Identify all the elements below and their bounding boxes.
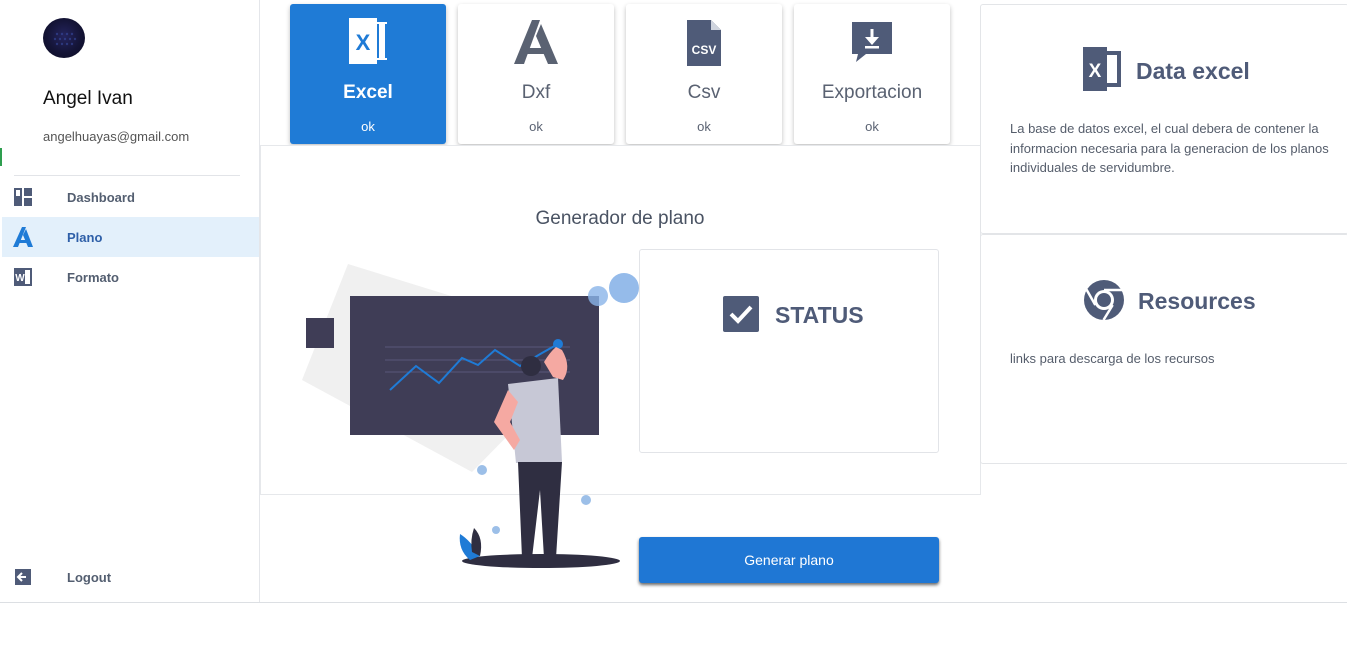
- sidebar-item-label: Dashboard: [67, 189, 135, 205]
- sidebar-item-formato[interactable]: W Formato: [2, 257, 259, 297]
- svg-text:CSV: CSV: [692, 43, 717, 57]
- status-box: STATUS: [639, 249, 939, 453]
- user-email: angelhuayas@gmail.com: [43, 129, 190, 144]
- avatar[interactable]: [43, 18, 85, 58]
- card-status: ok: [529, 119, 543, 134]
- excel-icon: X: [290, 18, 446, 68]
- logout-icon: [12, 566, 34, 588]
- dashboard-icon: [12, 186, 34, 208]
- svg-text:X: X: [356, 30, 371, 55]
- chrome-icon: [1083, 279, 1125, 326]
- sidebar-item-plano[interactable]: Plano: [2, 217, 259, 257]
- svg-text:W: W: [15, 273, 25, 284]
- card-title: Csv: [687, 82, 721, 103]
- card-status: ok: [865, 119, 879, 134]
- resources-card: Resources links para descarga de los rec…: [980, 234, 1347, 464]
- resources-title: Resources: [1138, 288, 1256, 314]
- data-excel-card: X Data excel La base de datos excel, el …: [980, 4, 1347, 234]
- sidebar-divider: [14, 175, 240, 176]
- logout-button[interactable]: Logout: [2, 557, 259, 597]
- autocad-icon: [12, 226, 34, 248]
- csv-file-icon: CSV: [626, 18, 782, 68]
- word-icon: W: [12, 266, 34, 288]
- data-excel-description: La base de datos excel, el cual debera d…: [1010, 121, 1329, 175]
- data-excel-title: Data excel: [1136, 58, 1250, 84]
- resources-description: links para descarga de los recursos: [1010, 351, 1215, 366]
- card-title: Exportacion: [821, 82, 923, 103]
- status-label: STATUS: [775, 302, 864, 328]
- download-icon: [794, 18, 950, 68]
- logout-label: Logout: [67, 569, 112, 585]
- card-dxf[interactable]: Dxf ok: [458, 4, 614, 144]
- sidebar: Angel Ivan angelhuayas@gmail.com Dashboa…: [2, 0, 260, 602]
- checkbox-checked-icon: [723, 296, 759, 332]
- sidebar-item-label: Formato: [67, 269, 119, 285]
- sidebar-item-dashboard[interactable]: Dashboard: [2, 177, 259, 217]
- card-excel[interactable]: X Excel ok: [290, 4, 446, 144]
- card-csv[interactable]: CSV Csv ok: [626, 4, 782, 144]
- card-exportacion[interactable]: Exportacion ok: [794, 4, 950, 144]
- sidebar-item-label: Plano: [67, 229, 103, 245]
- user-name: Angel Ivan: [43, 88, 133, 109]
- card-status: ok: [361, 119, 375, 134]
- card-status: ok: [697, 119, 711, 134]
- autocad-icon: [458, 18, 614, 68]
- presentation-illustration: [302, 264, 639, 568]
- excel-icon: X: [1081, 47, 1123, 96]
- svg-text:X: X: [1089, 61, 1102, 82]
- generator-title: Generador de plano: [535, 208, 705, 229]
- footer-divider: [0, 602, 1347, 603]
- card-title: Excel: [343, 82, 393, 103]
- generate-plan-button[interactable]: Generar plano: [639, 537, 939, 583]
- card-title: Dxf: [521, 82, 551, 103]
